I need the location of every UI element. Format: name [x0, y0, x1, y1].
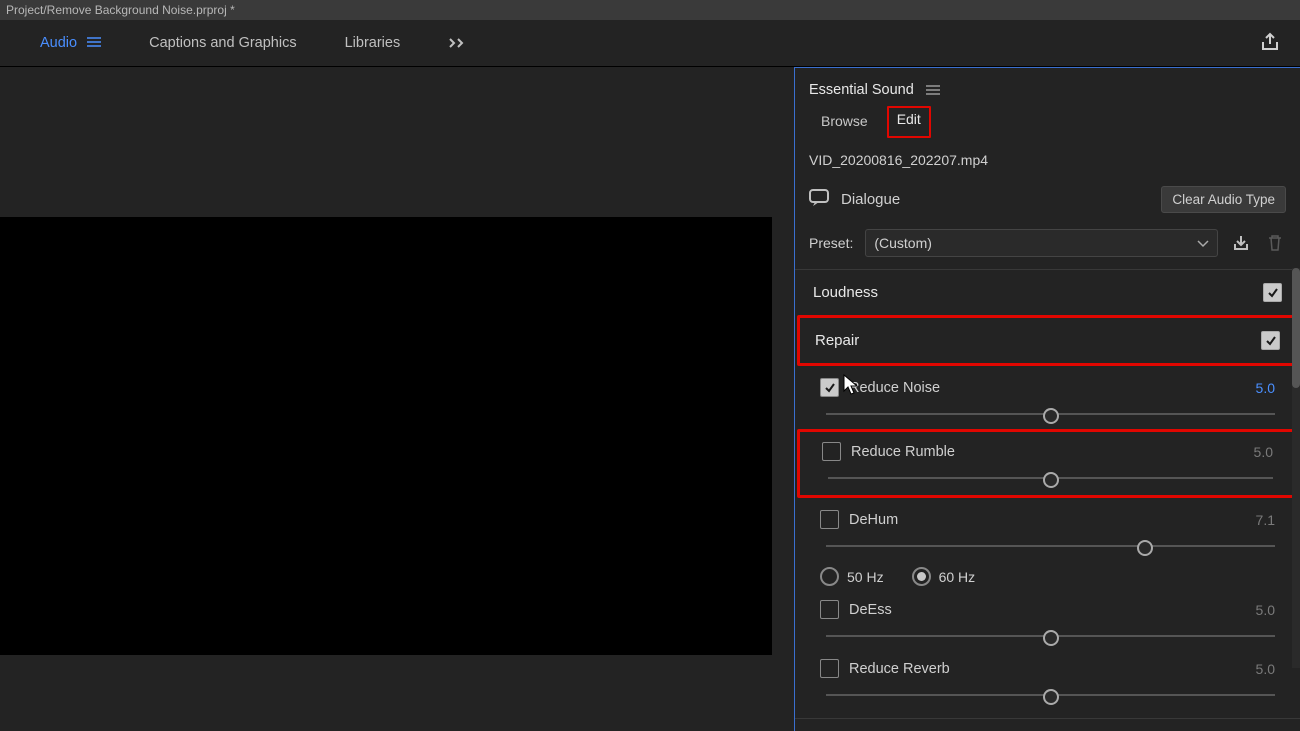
overflow-button[interactable]: [448, 38, 466, 48]
section-loudness-header[interactable]: Loudness: [795, 269, 1300, 315]
reduce-noise-value[interactable]: 5.0: [1256, 380, 1275, 396]
reduce-noise-checkbox[interactable]: [820, 378, 839, 397]
dehum-slider[interactable]: [826, 537, 1275, 555]
panel-scrollbar[interactable]: [1292, 268, 1300, 668]
dehum-50hz-radio[interactable]: [820, 567, 839, 586]
deess-slider[interactable]: [826, 627, 1275, 645]
reduce-rumble-slider[interactable]: [828, 469, 1273, 487]
preset-label: Preset:: [809, 235, 853, 251]
dehum-60hz-radio[interactable]: [912, 567, 931, 586]
workspace-audio-label: Audio: [40, 35, 77, 51]
loudness-enable-checkbox[interactable]: [1263, 283, 1282, 302]
reduce-reverb-label: Reduce Reverb: [849, 661, 1246, 677]
deess-value[interactable]: 5.0: [1256, 602, 1275, 618]
clear-audio-type-label: Clear Audio Type: [1172, 192, 1275, 207]
chevron-down-icon: [1197, 235, 1209, 251]
workspace-captions[interactable]: Captions and Graphics: [149, 35, 297, 51]
panel-menu-icon[interactable]: [926, 82, 940, 98]
dehum-50hz-label: 50 Hz: [847, 569, 884, 585]
section-loudness-label: Loudness: [813, 284, 878, 301]
tab-browse[interactable]: Browse: [809, 106, 880, 138]
repair-enable-checkbox[interactable]: [1261, 331, 1280, 350]
deess-row: DeEss 5.0: [795, 590, 1300, 649]
title-bar: Project/Remove Background Noise.prproj *: [0, 0, 1300, 20]
deess-label: DeEss: [849, 602, 1246, 618]
workspace-audio[interactable]: Audio: [40, 35, 101, 51]
panel-title: Essential Sound: [809, 82, 914, 98]
video-canvas[interactable]: [0, 217, 772, 655]
reduce-reverb-slider[interactable]: [826, 686, 1275, 704]
reduce-noise-slider[interactable]: [826, 405, 1275, 423]
workspace-libraries[interactable]: Libraries: [345, 35, 401, 51]
preset-dropdown[interactable]: (Custom): [865, 229, 1218, 257]
project-title: Project/Remove Background Noise.prproj *: [6, 3, 235, 17]
workspace-libraries-label: Libraries: [345, 35, 401, 51]
scrollbar-thumb[interactable]: [1292, 268, 1300, 388]
menu-icon[interactable]: [87, 35, 101, 51]
dehum-row: DeHum 7.1: [795, 500, 1300, 559]
dialogue-icon: [809, 188, 831, 211]
reduce-reverb-row: Reduce Reverb 5.0: [795, 649, 1300, 708]
reduce-rumble-row: Reduce Rumble 5.0: [797, 429, 1298, 498]
reduce-rumble-value[interactable]: 5.0: [1254, 444, 1273, 460]
delete-preset-button[interactable]: [1264, 233, 1286, 253]
essential-sound-panel: Essential Sound Browse Edit VID_20200816…: [794, 67, 1300, 731]
audio-type-label: Dialogue: [841, 191, 900, 208]
reduce-reverb-checkbox[interactable]: [820, 659, 839, 678]
program-monitor: [0, 67, 794, 731]
reduce-rumble-checkbox[interactable]: [822, 442, 841, 461]
share-button[interactable]: [1260, 32, 1280, 55]
section-repair-header[interactable]: Repair: [797, 315, 1298, 366]
reduce-rumble-label: Reduce Rumble: [851, 444, 1244, 460]
reduce-noise-row: Reduce Noise 5.0: [795, 368, 1300, 427]
reduce-reverb-value[interactable]: 5.0: [1256, 661, 1275, 677]
dehum-value[interactable]: 7.1: [1256, 512, 1275, 528]
deess-checkbox[interactable]: [820, 600, 839, 619]
dehum-label: DeHum: [849, 512, 1246, 528]
clear-audio-type-button[interactable]: Clear Audio Type: [1161, 186, 1286, 213]
section-clarity-header[interactable]: Clarity: [795, 718, 1300, 731]
dehum-60hz-label: 60 Hz: [939, 569, 976, 585]
tab-edit[interactable]: Edit: [887, 106, 931, 138]
section-repair-label: Repair: [815, 332, 859, 349]
clip-filename: VID_20200816_202207.mp4: [795, 138, 1300, 182]
workspace-captions-label: Captions and Graphics: [149, 35, 297, 51]
preset-value: (Custom): [874, 235, 932, 251]
tab-browse-label: Browse: [821, 113, 868, 129]
dehum-checkbox[interactable]: [820, 510, 839, 529]
workspace-bar: Audio Captions and Graphics Libraries: [0, 20, 1300, 67]
reduce-noise-label: Reduce Noise: [849, 380, 1246, 396]
tab-edit-label: Edit: [897, 111, 921, 127]
save-preset-button[interactable]: [1230, 233, 1252, 253]
